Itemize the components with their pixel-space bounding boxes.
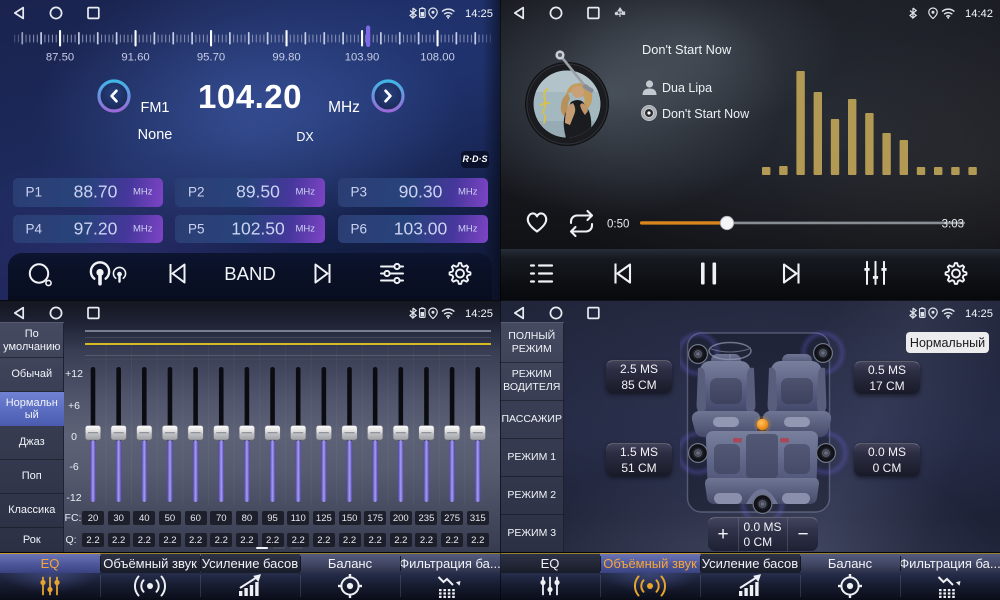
svg-text:14:25: 14:25 — [965, 308, 993, 320]
